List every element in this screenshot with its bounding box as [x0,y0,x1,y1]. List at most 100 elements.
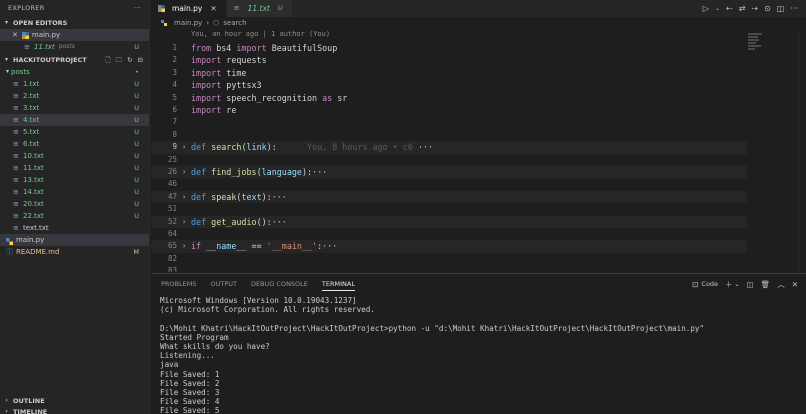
code-line[interactable]: 65 › if __name__ == '__main__':··· [151,240,747,253]
text-file-icon: ≡ [13,175,19,184]
new-folder-icon[interactable]: 🗀 [116,54,123,66]
code-token: get_audio [211,216,257,227]
code-token: bs4 [216,43,237,53]
code-token: def [191,191,212,202]
code-token: ): [266,142,277,153]
folder-label: posts [11,68,30,76]
maximize-panel-icon[interactable]: ︿ [777,279,785,290]
git-blame-annotation[interactable]: You, an hour ago | 1 author (You) [191,30,330,38]
code-line[interactable]: 47 › def speak(text):··· [151,190,747,204]
chevron-down-icon[interactable]: ⌄ [715,5,720,12]
more-actions-icon[interactable]: ··· [134,0,141,17]
fold-chevron-icon[interactable]: › [182,191,186,203]
split-editor-icon[interactable]: ◫ [777,4,785,13]
collapse-all-icon[interactable]: ⊟ [138,54,143,66]
tab-main-py[interactable]: main.py ✕ [151,0,227,17]
close-panel-icon[interactable]: ✕ [792,280,798,289]
fold-chevron-icon[interactable]: › [182,141,186,153]
code-line[interactable]: 52 › def get_audio():··· [151,215,747,228]
file-item[interactable]: ≡ 1.txt U [0,78,149,90]
new-file-icon[interactable]: 🗋 [105,54,110,66]
file-item[interactable]: main.py [0,234,149,246]
line-number: 65 [167,241,177,251]
project-section[interactable]: ▾ HACKITOUTPROJECT 🗋 🗀 ↻ ⊟ [0,54,149,66]
minimap[interactable] [748,33,762,55]
file-item[interactable]: ≡ 13.txt U [0,174,149,186]
code-token: ··· [312,167,328,177]
tab-terminal[interactable]: TERMINAL [321,274,356,294]
folder-posts[interactable]: ▾ posts • [0,66,149,78]
run-icon[interactable]: ▷ [703,4,709,13]
code-line[interactable]: 25 [151,154,751,166]
code-line[interactable]: 1 from bs4 import BeautifulSoup [151,42,751,54]
file-item[interactable]: ≡ 20.txt U [0,198,149,210]
code-line[interactable]: 26 › def find_jobs(language):··· [151,166,747,179]
open-editors-section[interactable]: ▾ OPEN EDITORS [0,17,149,29]
file-label: text.txt [23,224,49,232]
git-compare-icon[interactable]: ⇄ [739,4,746,13]
code-line[interactable]: 46 [151,178,751,190]
file-label: 4.txt [23,116,40,124]
trash-icon[interactable]: 🗑 [761,280,771,289]
code-text: import pyttsx3 [191,79,262,91]
file-item[interactable]: ≡ 6.txt U [0,138,149,150]
add-terminal-icon[interactable]: ＋ [725,279,733,290]
code-line[interactable]: 3 import time [151,67,751,79]
code-line[interactable]: 51 [151,203,751,215]
file-label: 11.txt [23,164,44,172]
git-status-badge: U [134,200,139,208]
tab-11-txt[interactable]: ≡ 11.txt U [226,0,293,17]
file-item[interactable]: ≡ text.txt [0,222,149,234]
code-line[interactable]: 83 [151,265,751,272]
go-forward-icon[interactable]: ⇢ [751,4,758,13]
fold-chevron-icon[interactable]: › [182,216,186,228]
code-line[interactable]: 6 import re [151,104,751,116]
code-line[interactable]: 82 [151,253,751,265]
file-item[interactable]: ≡ 5.txt U [0,126,149,138]
text-file-icon: ≡ [233,4,240,12]
editor-scrollbar[interactable] [798,29,806,272]
fold-chevron-icon[interactable]: › [182,240,186,252]
tab-debug-console[interactable]: DEBUG CONSOLE [251,274,308,294]
code-line[interactable]: 64 [151,228,751,240]
chevron-down-icon[interactable]: ⌄ [735,281,740,288]
open-editor-label: main.py [31,31,61,39]
terminal-output[interactable]: Microsoft Windows [Version 10.0.19043.12… [160,296,790,414]
file-item[interactable]: ≡ 4.txt U [0,114,149,126]
code-text: import re [191,104,236,116]
timeline-section[interactable]: › TIMELINE [0,406,149,414]
breadcrumb-file[interactable]: main.py [174,17,202,29]
code-line[interactable]: 5 import speech_recognition as sr [151,92,751,104]
tab-output[interactable]: OUTPUT [210,274,237,294]
breadcrumb-symbol[interactable]: search [223,17,246,29]
close-icon[interactable]: ✕ [12,29,18,41]
file-item[interactable]: ≡ 10.txt U [0,150,149,162]
code-line[interactable]: 2 import requests [151,54,751,66]
code-editor[interactable]: You, an hour ago | 1 author (You) 1 from … [151,29,806,272]
fold-chevron-icon[interactable]: › [182,166,186,178]
code-line[interactable]: 7 [151,116,751,128]
file-item[interactable]: ≡ 14.txt U [0,186,149,198]
refresh-icon[interactable]: ↻ [127,54,132,66]
go-back-icon[interactable]: ⇠ [726,4,733,13]
split-terminal-icon[interactable]: ◫ [747,280,754,289]
code-token: import [191,92,227,103]
file-item[interactable]: ≡ 11.txt U [0,162,149,174]
file-label: 20.txt [23,200,44,208]
file-item[interactable]: ≡ 2.txt U [0,90,149,102]
open-editor-item-11-txt[interactable]: ≡ 11.txt posts U [0,41,149,53]
code-line[interactable]: 8 [151,129,751,141]
file-item[interactable]: ≡ 3.txt U [0,102,149,114]
file-label: 6.txt [23,140,40,148]
open-editor-item-main-py[interactable]: ✕ main.py [0,29,149,41]
more-actions-icon[interactable]: ··· [790,4,798,13]
terminal-shell-selector[interactable]: Code [701,280,718,288]
tab-problems[interactable]: PROBLEMS [161,274,196,294]
code-line[interactable]: 9 › def search(link): You, 8 hours ago • c… [151,141,747,154]
close-icon[interactable]: ✕ [210,0,216,17]
code-line[interactable]: 4 import pyttsx3 [151,79,751,91]
code-token: from [191,43,217,53]
open-changes-icon[interactable]: ⊙ [764,4,771,13]
file-item[interactable]: ⓘ README.md M [0,246,149,258]
file-item[interactable]: ≡ 22.txt U [0,210,149,222]
